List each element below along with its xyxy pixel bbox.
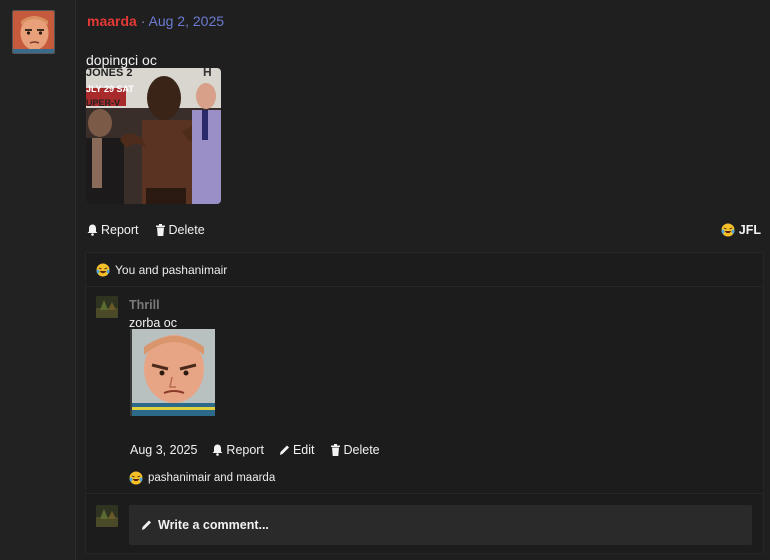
post-header: maarda · Aug 2, 2025 xyxy=(87,13,224,29)
comments-section: You and pashanimair Thrill zorba oc Aug … xyxy=(85,252,764,554)
comment-edit-label: Edit xyxy=(292,443,315,457)
laughing-tears-emoji-icon xyxy=(96,263,110,276)
comment-image[interactable] xyxy=(130,329,215,416)
banner-text-2: JLY 29 SAT xyxy=(86,84,134,94)
cartoon-face-avatar-icon xyxy=(13,11,54,53)
post-image[interactable]: JONES 2 JLY 29 SAT UPER-V H xyxy=(86,68,221,204)
comment-meta: Aug 3, 2025 Report Edit Delete xyxy=(130,443,380,457)
forest-avatar-icon xyxy=(96,296,118,318)
comment-delete-label: Delete xyxy=(343,443,380,457)
header-separator: · xyxy=(140,13,146,29)
left-column xyxy=(0,0,76,560)
divider xyxy=(86,493,763,494)
comment-reactions[interactable]: pashanimair and maarda xyxy=(129,471,275,485)
report-label: Report xyxy=(101,223,139,237)
fighters-photo-image: JONES 2 JLY 29 SAT UPER-V H xyxy=(86,68,221,204)
comment-report-button[interactable]: Report xyxy=(212,443,264,457)
current-user-avatar xyxy=(96,505,118,527)
comment-author-link[interactable]: Thrill xyxy=(129,298,160,312)
bell-icon xyxy=(212,444,223,456)
cartoon-face-image xyxy=(132,329,215,416)
reacted-by-line[interactable]: You and pashanimair xyxy=(86,253,763,287)
comment-date[interactable]: Aug 3, 2025 xyxy=(130,443,197,457)
comment-edit-button[interactable]: Edit xyxy=(279,443,315,457)
post-actions: Report Delete xyxy=(87,223,205,237)
laughing-tears-emoji-icon xyxy=(721,223,735,237)
banner-text-corner: H xyxy=(203,68,212,79)
report-button[interactable]: Report xyxy=(87,223,139,237)
reacted-by-text: You and pashanimair xyxy=(115,262,228,277)
delete-label: Delete xyxy=(168,223,205,237)
banner-text-1: JONES 2 xyxy=(86,68,132,79)
comment-author-avatar[interactable] xyxy=(96,296,118,318)
pencil-icon xyxy=(279,445,289,455)
post-text: dopingci oc xyxy=(86,52,157,68)
post-author-link[interactable]: maarda xyxy=(87,13,137,29)
forest-avatar-icon xyxy=(96,505,118,527)
laughing-tears-emoji-icon xyxy=(129,471,143,485)
reaction-summary[interactable]: JFL xyxy=(721,223,761,237)
comment-text: zorba oc xyxy=(129,316,177,330)
comment-report-label: Report xyxy=(226,443,264,457)
banner-text-3: UPER-V xyxy=(86,98,120,108)
comment-delete-button[interactable]: Delete xyxy=(330,443,380,457)
bell-icon xyxy=(87,224,98,236)
post-date-link[interactable]: Aug 2, 2025 xyxy=(149,13,225,29)
delete-button[interactable]: Delete xyxy=(155,223,205,237)
pencil-icon xyxy=(142,520,151,530)
trash-icon xyxy=(155,224,165,236)
write-comment-input[interactable]: Write a comment... xyxy=(129,505,752,545)
write-comment-placeholder: Write a comment... xyxy=(158,518,269,532)
trash-icon xyxy=(330,444,340,456)
comment-reactions-text: pashanimair and maarda xyxy=(148,472,276,484)
author-avatar[interactable] xyxy=(12,10,55,54)
reaction-label: JFL xyxy=(738,223,761,237)
